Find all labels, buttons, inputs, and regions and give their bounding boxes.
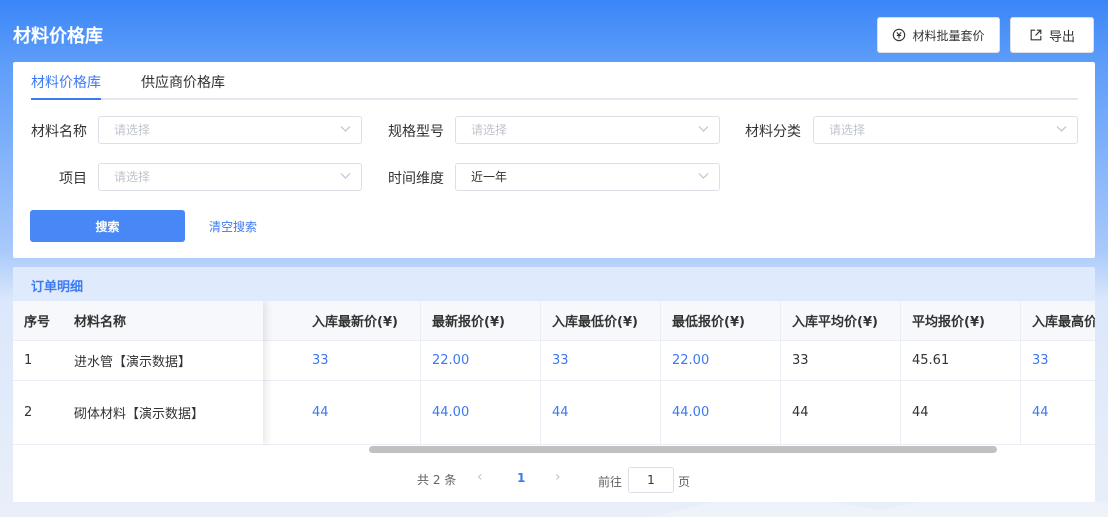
goto-label: 前往: [598, 475, 623, 489]
tab-label: 材料价格库: [31, 75, 101, 91]
fixed-columns: 序号 材料名称 1 进水管【演示数据】 2 砌体材料【演示数据】: [13, 301, 263, 445]
total-count: 共 2 条: [417, 473, 457, 487]
export-label: 导出: [1048, 29, 1075, 45]
chevron-down-icon: [1056, 126, 1067, 132]
project-placeholder: 请选择: [114, 170, 151, 184]
background-decoration: [652, 485, 1108, 517]
table-cell: 44: [781, 381, 901, 444]
material-name-placeholder: 请选择: [114, 123, 151, 137]
table-cell: 33: [541, 341, 661, 380]
table-cell: 44.00: [421, 381, 541, 444]
column-header[interactable]: 最低报价(¥): [661, 301, 781, 340]
page-header: 材料价格库 材料批量套价 导出: [0, 0, 1108, 62]
table-cell: 进水管【演示数据】: [74, 355, 192, 370]
chevron-left-icon[interactable]: ‹: [477, 469, 483, 485]
spec-model-placeholder: 请选择: [471, 123, 508, 137]
column-header[interactable]: 材料名称: [63, 301, 263, 340]
table-cell: 33: [781, 341, 901, 380]
table-cell: 砌体材料【演示数据】: [74, 407, 205, 422]
section-title: 订单明细: [31, 280, 84, 295]
column-header[interactable]: 序号: [13, 301, 63, 340]
chevron-right-icon[interactable]: ›: [555, 469, 561, 485]
chevron-down-icon: [340, 173, 351, 179]
export-icon: [1030, 29, 1042, 41]
spec-model-select[interactable]: 请选择: [455, 116, 720, 144]
tab-label: 供应商价格库: [141, 75, 225, 91]
time-dimension-select[interactable]: 近一年: [455, 163, 720, 191]
tab-material-price-library[interactable]: 材料价格库: [31, 72, 101, 92]
table-header-row: 序号 材料名称: [13, 301, 263, 341]
project-select[interactable]: 请选择: [98, 163, 362, 191]
table-row[interactable]: 2 砌体材料【演示数据】: [13, 381, 263, 445]
tab-bar: 材料价格库 供应商价格库: [31, 62, 1078, 100]
material-name-select[interactable]: 请选择: [98, 116, 362, 144]
spec-model-label: 规格型号: [388, 124, 444, 140]
batch-price-button[interactable]: 材料批量套价: [877, 17, 1000, 53]
table-cell: 33: [1021, 341, 1095, 380]
chevron-down-icon: [698, 126, 709, 132]
table-cell: 44: [541, 381, 661, 444]
search-button[interactable]: 搜索: [30, 210, 185, 242]
column-header[interactable]: 入库最低价(¥): [541, 301, 661, 340]
filter-card: 材料价格库 供应商价格库 材料名称 请选择 规格型号 请选择 材料分类 请选择 …: [13, 62, 1095, 258]
column-header[interactable]: 最新报价(¥): [421, 301, 541, 340]
table-cell: 33: [301, 341, 421, 380]
order-detail-card: 订单明细 入库最新价(¥) 最新报价(¥) 入库最低价(¥) 最低报价(¥) 入…: [13, 267, 1095, 502]
chevron-down-icon: [340, 126, 351, 132]
table-cell: 44: [1021, 381, 1095, 444]
table-cell: 2: [24, 405, 33, 420]
table-cell: 22.00: [421, 341, 541, 380]
material-category-placeholder: 请选择: [829, 123, 866, 137]
tab-supplier-price-library[interactable]: 供应商价格库: [141, 72, 225, 92]
time-dimension-value: 近一年: [471, 170, 508, 184]
column-header[interactable]: 平均报价(¥): [901, 301, 1021, 340]
order-detail-table: 入库最新价(¥) 最新报价(¥) 入库最低价(¥) 最低报价(¥) 入库平均价(…: [13, 301, 1095, 445]
column-header[interactable]: 入库最高价(¥): [1021, 301, 1095, 340]
batch-price-label: 材料批量套价: [912, 28, 985, 43]
material-category-label: 材料分类: [745, 124, 801, 140]
scrollbar-thumb[interactable]: [369, 446, 997, 453]
section-header: 订单明细: [13, 267, 1095, 301]
table-cell: 44: [901, 381, 1021, 444]
project-label: 项目: [59, 171, 87, 187]
price-tag-icon: [893, 28, 906, 42]
material-category-select[interactable]: 请选择: [813, 116, 1078, 144]
page-title: 材料价格库: [13, 26, 103, 47]
column-header[interactable]: 入库最新价(¥): [301, 301, 421, 340]
material-name-label: 材料名称: [31, 124, 87, 140]
table-cell: 22.00: [661, 341, 781, 380]
time-dimension-label: 时间维度: [388, 171, 444, 187]
table-cell: 44.00: [661, 381, 781, 444]
table-cell: 1: [24, 353, 33, 368]
column-header[interactable]: 入库平均价(¥): [781, 301, 901, 340]
active-tab-indicator: [31, 98, 101, 100]
table-cell: 45.61: [901, 341, 1021, 380]
chevron-down-icon: [698, 173, 709, 179]
table-row[interactable]: 1 进水管【演示数据】: [13, 341, 263, 381]
table-cell: 44: [301, 381, 421, 444]
export-button[interactable]: 导出: [1010, 17, 1094, 53]
page-number-1[interactable]: 1: [517, 471, 525, 485]
clear-search-link[interactable]: 清空搜索: [209, 218, 257, 235]
